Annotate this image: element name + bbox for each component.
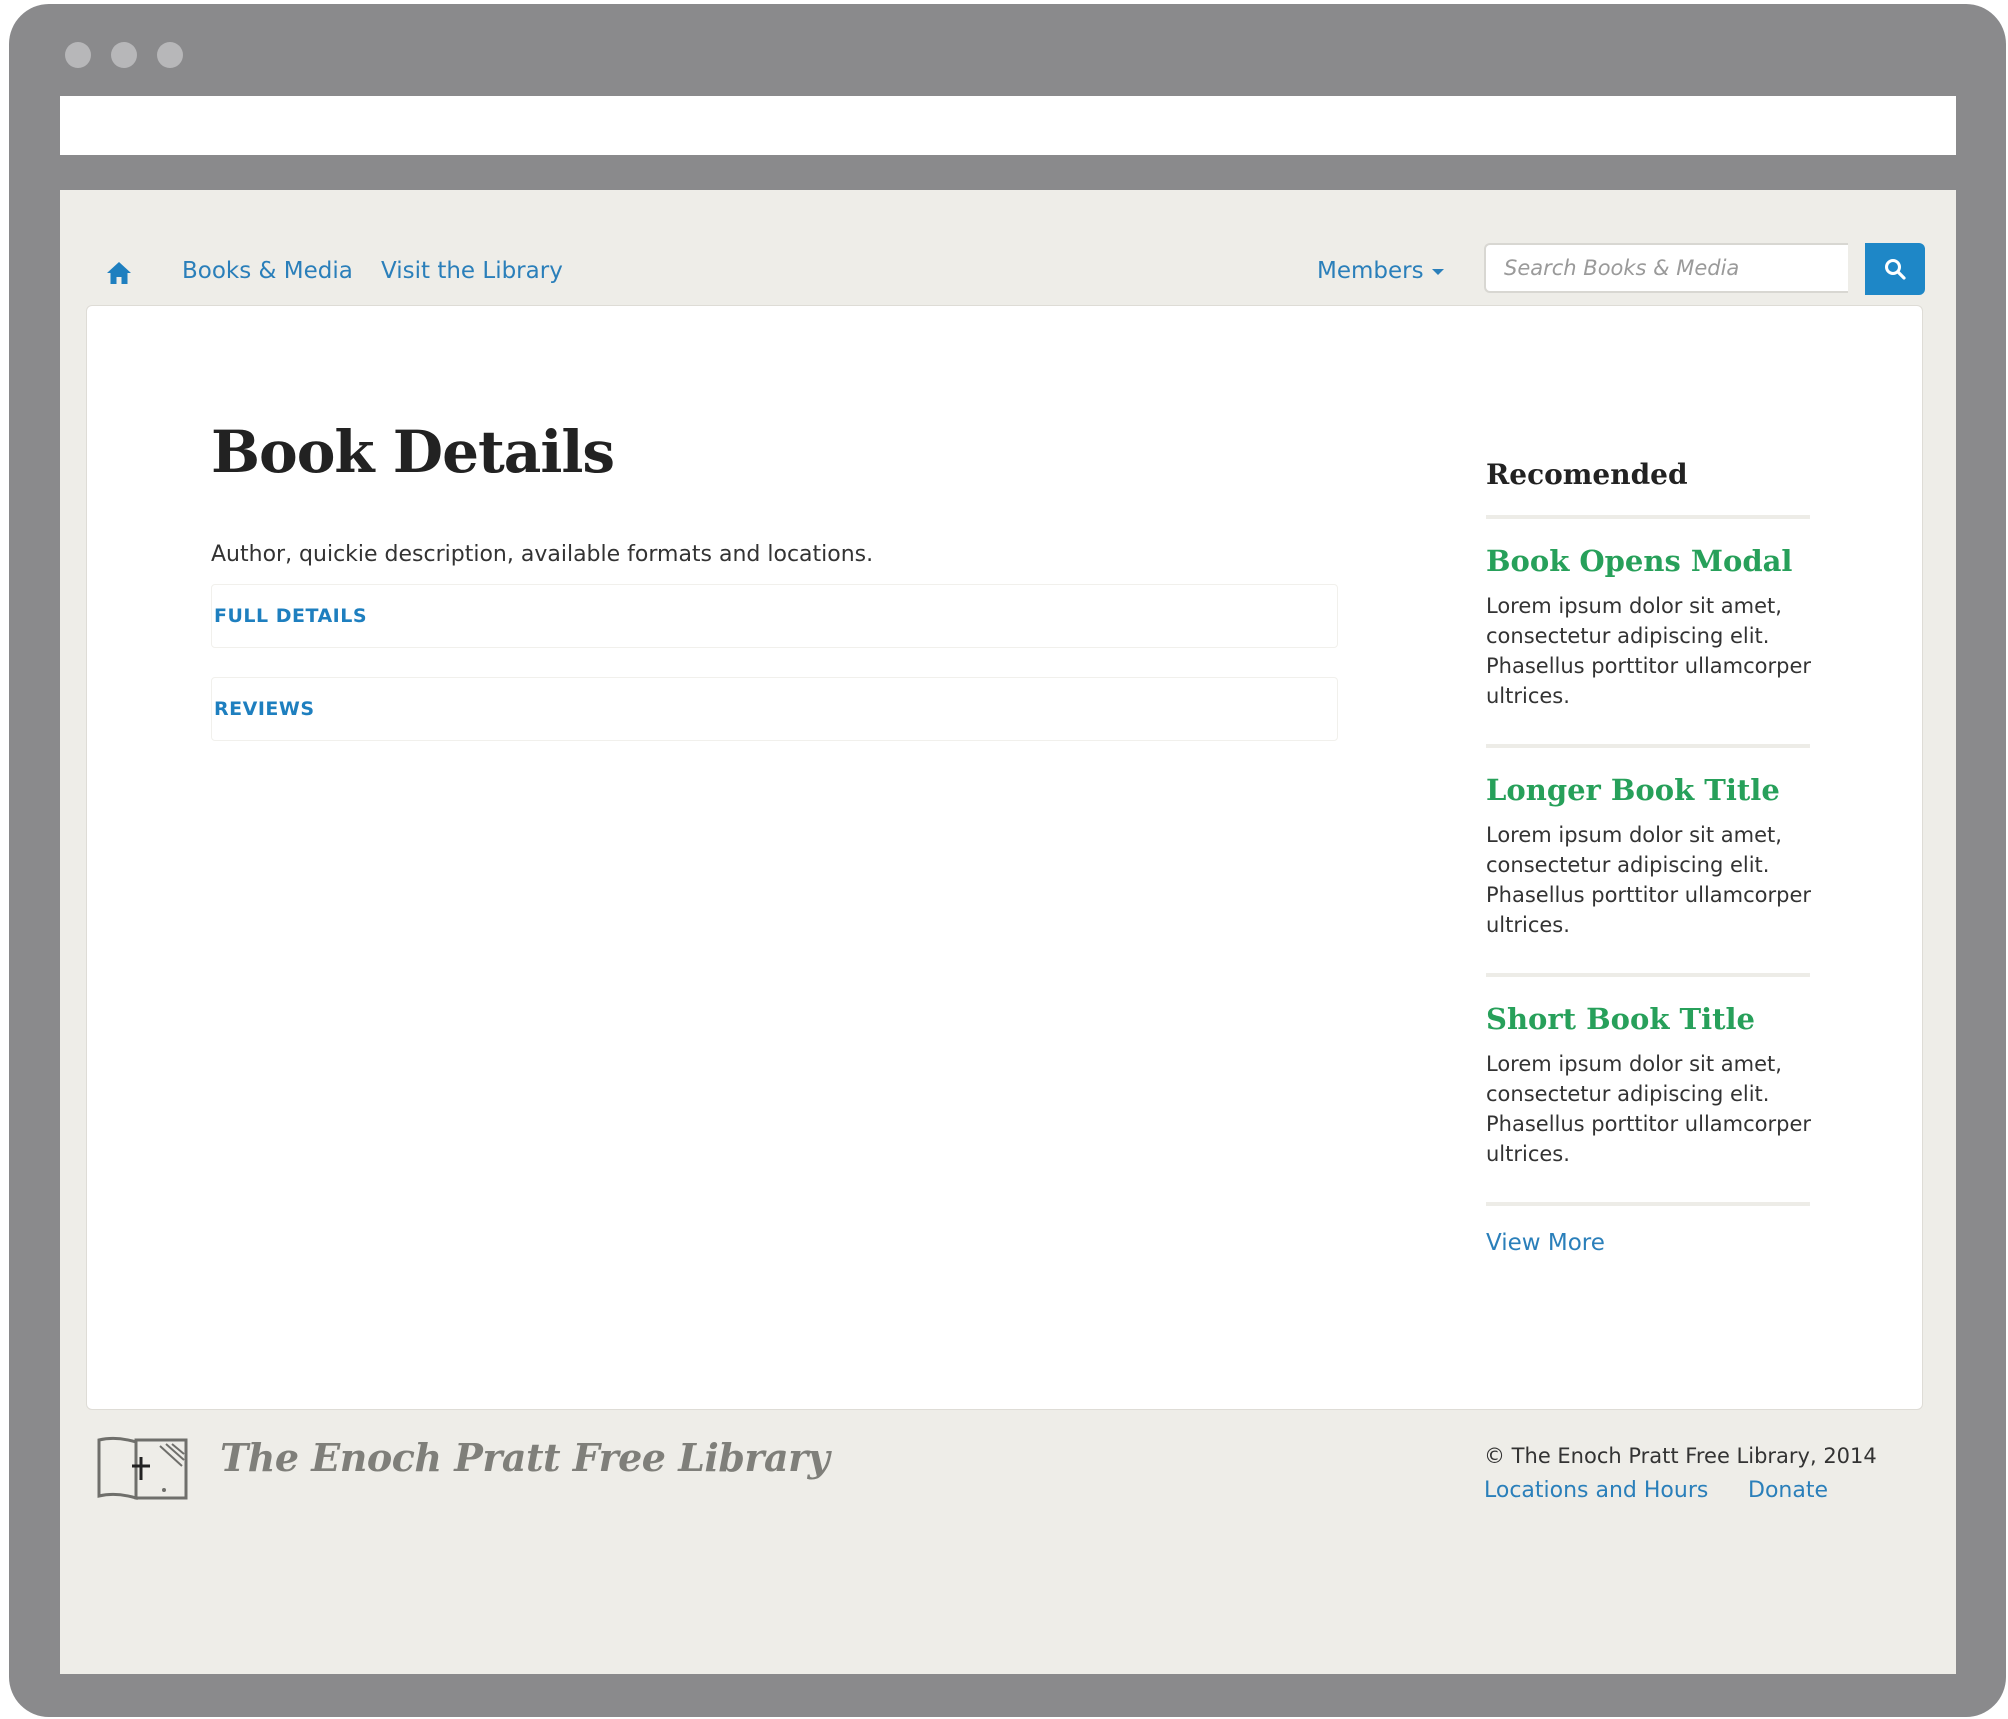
main-content-panel: Book Details Author, quickie description… xyxy=(86,305,1923,1410)
footer-brand[interactable]: The Enoch Pratt Free Library xyxy=(220,1435,830,1480)
chevron-down-icon xyxy=(1431,268,1444,275)
library-logo-icon[interactable] xyxy=(96,1436,190,1506)
window-minimize-dot[interactable] xyxy=(111,42,137,68)
recommended-item-title[interactable]: Book Opens Modal xyxy=(1486,544,1792,578)
divider xyxy=(1486,1202,1810,1206)
recommended-item-title[interactable]: Longer Book Title xyxy=(1486,773,1780,807)
full-details-panel[interactable]: FULL DETAILS xyxy=(211,584,1338,648)
nav-visit-library[interactable]: Visit the Library xyxy=(381,258,563,284)
full-details-toggle[interactable]: FULL DETAILS xyxy=(214,605,367,627)
divider xyxy=(1486,744,1810,748)
window-maximize-dot[interactable] xyxy=(157,42,183,68)
search-input[interactable] xyxy=(1484,243,1848,293)
nav-books-media[interactable]: Books & Media xyxy=(182,258,353,284)
reviews-toggle[interactable]: REVIEWS xyxy=(214,698,315,720)
reviews-panel[interactable]: REVIEWS xyxy=(211,677,1338,741)
browser-window-frame: Books & Media Visit the Library Members … xyxy=(9,4,2006,1717)
copyright-text: © The Enoch Pratt Free Library, 2014 xyxy=(1484,1444,1877,1468)
book-description: Author, quickie description, available f… xyxy=(211,542,874,567)
search-icon xyxy=(1885,259,1906,280)
sidebar-heading: Recomended xyxy=(1486,458,1688,491)
address-bar[interactable] xyxy=(60,96,1956,155)
locations-hours-link[interactable]: Locations and Hours xyxy=(1484,1478,1708,1503)
members-label: Members xyxy=(1317,258,1424,284)
recommended-item-body: Lorem ipsum dolor sit amet, consectetur … xyxy=(1486,1052,1812,1166)
donate-link[interactable]: Donate xyxy=(1748,1478,1828,1503)
view-more-link[interactable]: View More xyxy=(1486,1230,1605,1256)
home-icon[interactable] xyxy=(106,260,132,286)
divider xyxy=(1486,973,1810,977)
recommended-item-body: Lorem ipsum dolor sit amet, consectetur … xyxy=(1486,594,1812,708)
page-title: Book Details xyxy=(211,418,615,486)
members-dropdown[interactable]: Members xyxy=(1317,258,1444,284)
search-button[interactable] xyxy=(1865,243,1925,295)
window-close-dot[interactable] xyxy=(65,42,91,68)
page-viewport: Books & Media Visit the Library Members … xyxy=(60,190,1956,1674)
recommended-item-body: Lorem ipsum dolor sit amet, consectetur … xyxy=(1486,823,1812,937)
recommended-item-title[interactable]: Short Book Title xyxy=(1486,1002,1755,1036)
divider xyxy=(1486,515,1810,519)
